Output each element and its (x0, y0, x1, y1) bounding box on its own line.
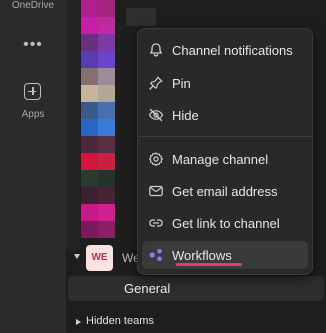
workflows-icon (149, 248, 162, 262)
app-rail: OneDrive ••• Apps (0, 0, 66, 333)
apps-label[interactable]: Apps (0, 109, 66, 120)
link-icon (149, 219, 163, 227)
list-gutter (66, 0, 80, 250)
channel-row-general[interactable]: General (68, 276, 324, 301)
menu-item-label: Get link to channel (172, 216, 280, 231)
blurred-team-name (126, 8, 156, 26)
team-avatar: WE (86, 245, 113, 271)
channel-context-menu: Channel notifications Pin Hide Manage ch… (137, 28, 313, 275)
menu-item-label: Workflows (172, 248, 232, 263)
menu-item-workflows[interactable]: Workflows (142, 241, 308, 269)
more-apps-icon[interactable]: ••• (0, 36, 66, 54)
eye-off-icon (148, 108, 164, 122)
bell-icon (150, 43, 162, 57)
chevron-down-icon[interactable] (74, 254, 80, 259)
menu-item-label: Pin (172, 76, 191, 91)
envelope-icon (149, 185, 163, 197)
menu-item-get-email-address[interactable]: Get email address (142, 177, 308, 205)
menu-item-manage-channel[interactable]: Manage channel (142, 145, 308, 173)
apps-icon[interactable] (24, 83, 41, 100)
menu-item-label: Hide (172, 108, 199, 123)
hidden-teams-label: Hidden teams (86, 315, 154, 327)
menu-divider (138, 136, 312, 137)
menu-item-label: Manage channel (172, 152, 269, 167)
onedrive-label[interactable]: OneDrive (0, 0, 66, 11)
team-avatars-column (81, 0, 115, 245)
menu-item-label: Channel notifications (172, 43, 293, 58)
gear-icon (148, 152, 164, 167)
menu-item-hide[interactable]: Hide (142, 101, 308, 129)
menu-item-channel-notifications[interactable]: Channel notifications (142, 36, 308, 64)
channel-label: General (124, 281, 171, 296)
hidden-teams-row[interactable]: Hidden teams (68, 314, 324, 332)
pin-icon (149, 76, 163, 90)
menu-item-label: Get email address (172, 184, 278, 199)
menu-item-get-link-to-channel[interactable]: Get link to channel (142, 209, 308, 237)
chevron-right-icon[interactable] (76, 319, 81, 325)
menu-item-pin[interactable]: Pin (142, 69, 308, 97)
highlight-underline (176, 263, 242, 266)
